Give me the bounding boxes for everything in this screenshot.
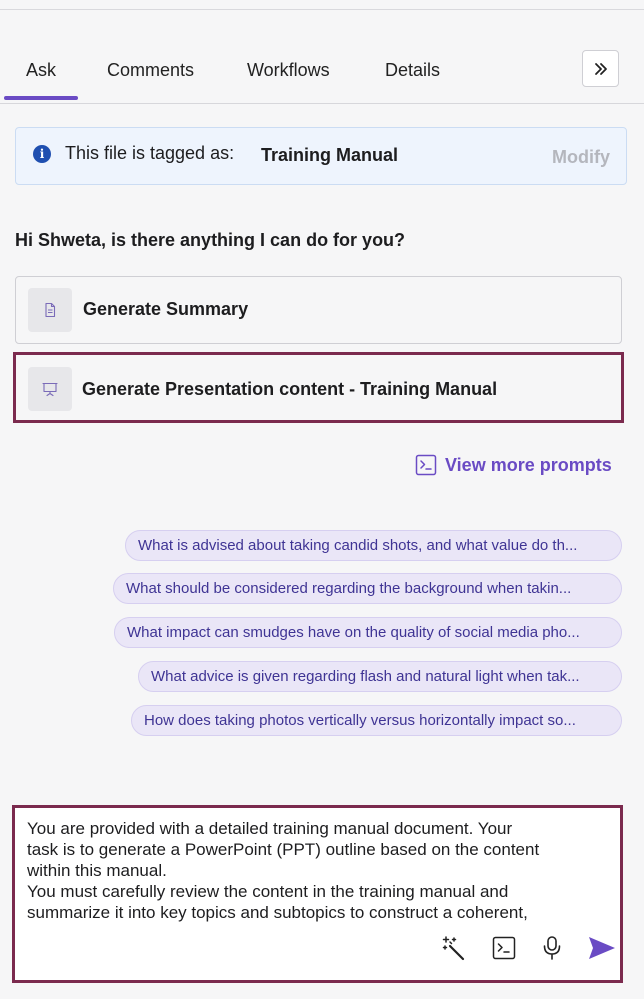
tab-ask[interactable]: Ask — [3, 60, 79, 100]
terminal-icon[interactable] — [490, 934, 518, 962]
tag-banner-label: This file is tagged as: — [65, 143, 235, 163]
prompt-composer[interactable]: You are provided with a detailed trainin… — [12, 805, 623, 983]
document-icon — [28, 288, 72, 332]
prompt-input[interactable]: You are provided with a detailed trainin… — [27, 818, 612, 933]
tab-workflows[interactable]: Workflows — [247, 60, 330, 81]
terminal-icon — [415, 454, 437, 476]
suggestion-label: Generate Presentation content - Training… — [82, 379, 498, 399]
tab-details[interactable]: Details — [385, 60, 440, 81]
modify-tag-button[interactable]: Modify — [552, 147, 610, 168]
tab-comments[interactable]: Comments — [107, 60, 194, 81]
greeting-text: Hi Shweta, is there anything I can do fo… — [15, 230, 406, 250]
double-chevron-right-icon — [594, 62, 607, 75]
suggestion-generate-summary[interactable]: Generate Summary — [15, 276, 622, 344]
tag-value: Training Manual — [261, 145, 399, 165]
microphone-icon[interactable] — [538, 934, 566, 962]
top-divider — [0, 9, 644, 10]
prompt-chip[interactable]: What impact can smudges have on the qual… — [114, 617, 622, 648]
prompt-chip[interactable]: What should be considered regarding the … — [113, 573, 622, 604]
send-icon[interactable] — [586, 934, 618, 962]
prompt-chip[interactable]: How does taking photos vertically versus… — [131, 705, 622, 736]
info-icon: i — [33, 145, 51, 163]
presentation-icon — [28, 367, 72, 411]
file-tag-banner: i This file is tagged as: Training Manua… — [15, 127, 627, 185]
tab-bar: Ask Comments Workflows Details — [0, 48, 644, 104]
suggestion-generate-presentation[interactable]: Generate Presentation content - Training… — [13, 352, 624, 423]
suggestion-label: Generate Summary — [83, 299, 249, 319]
magic-wand-icon[interactable] — [440, 934, 468, 962]
view-more-prompts-link[interactable]: View more prompts — [415, 454, 612, 476]
prompt-chip[interactable]: What is advised about taking candid shot… — [125, 530, 622, 561]
view-more-prompts-label: View more prompts — [445, 454, 612, 475]
prompt-chip[interactable]: What advice is given regarding flash and… — [138, 661, 622, 692]
expand-panel-button[interactable] — [582, 50, 619, 87]
